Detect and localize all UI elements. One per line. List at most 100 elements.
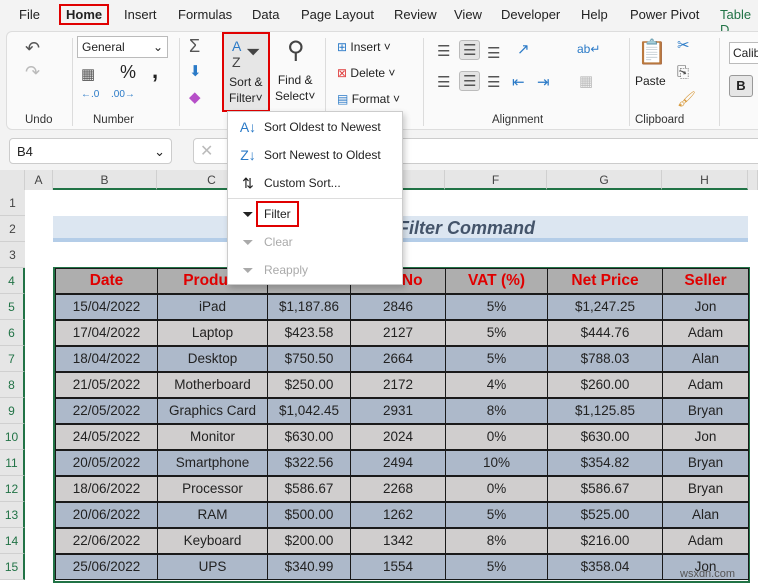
table-cell[interactable]: $1,125.85	[547, 398, 663, 424]
table-cell[interactable]: Bryan	[662, 476, 749, 502]
table-cell[interactable]: $1,247.25	[547, 294, 663, 320]
table-cell[interactable]: Alan	[662, 346, 749, 372]
row-header[interactable]: 3	[0, 242, 25, 268]
table-cell[interactable]: 1342	[350, 528, 446, 554]
table-cell[interactable]: $630.00	[267, 424, 351, 450]
table-cell[interactable]: 8%	[445, 398, 548, 424]
table-cell[interactable]: Adam	[662, 372, 749, 398]
tab-data[interactable]: Data	[252, 7, 279, 22]
tab-help[interactable]: Help	[581, 7, 608, 22]
menu-clear[interactable]: ⏷ Clear	[228, 229, 402, 255]
tab-view[interactable]: View	[454, 7, 482, 22]
table-cell[interactable]: UPS	[157, 554, 268, 580]
row-header[interactable]: 8	[0, 372, 25, 398]
table-cell[interactable]: 1262	[350, 502, 446, 528]
tab-home[interactable]: Home	[59, 4, 110, 25]
table-cell[interactable]: Jon	[662, 424, 749, 450]
table-cell[interactable]: Adam	[662, 320, 749, 346]
table-cell[interactable]: $322.56	[267, 450, 351, 476]
name-box[interactable]: B4 ⌄	[9, 138, 172, 164]
table-cell[interactable]: $358.04	[547, 554, 663, 580]
row-header[interactable]: 12	[0, 476, 25, 502]
copy-icon[interactable]: ⎘	[677, 64, 689, 81]
table-cell[interactable]: 2268	[350, 476, 446, 502]
row-header[interactable]: 9	[0, 398, 25, 424]
table-cell[interactable]: 10%	[445, 450, 548, 476]
table-cell[interactable]: 1554	[350, 554, 446, 580]
table-cell[interactable]: $500.00	[267, 502, 351, 528]
undo-icon[interactable]: ↶	[25, 38, 40, 59]
row-header[interactable]: 4	[0, 268, 25, 294]
table-cell[interactable]: $250.00	[267, 372, 351, 398]
table-cell[interactable]: 4%	[445, 372, 548, 398]
row-header[interactable]: 2	[0, 216, 25, 242]
decrease-decimal-icon[interactable]: .00→	[111, 89, 135, 100]
table-cell[interactable]: 24/05/2022	[55, 424, 158, 450]
table-cell[interactable]: 5%	[445, 554, 548, 580]
align-top-icon[interactable]: ☰	[437, 42, 450, 60]
row-header[interactable]: 5	[0, 294, 25, 320]
tab-formulas[interactable]: Formulas	[178, 7, 232, 22]
table-cell[interactable]: $354.82	[547, 450, 663, 476]
table-cell[interactable]: Laptop	[157, 320, 268, 346]
table-cell[interactable]: 21/05/2022	[55, 372, 158, 398]
bold-button[interactable]: B	[729, 75, 753, 97]
table-cell[interactable]: Graphics Card	[157, 398, 268, 424]
table-cell[interactable]: $444.76	[547, 320, 663, 346]
col-header-b[interactable]: B	[53, 170, 157, 190]
row-header[interactable]: 1	[0, 190, 25, 216]
table-cell[interactable]: $750.50	[267, 346, 351, 372]
row-header[interactable]: 6	[0, 320, 25, 346]
table-cell[interactable]: 5%	[445, 346, 548, 372]
cut-icon[interactable]: ✂	[677, 36, 690, 54]
table-cell[interactable]: Desktop	[157, 346, 268, 372]
table-cell[interactable]: $260.00	[547, 372, 663, 398]
col-header-f[interactable]: F	[445, 170, 547, 190]
select-all-corner[interactable]	[0, 170, 25, 190]
table-cell[interactable]: $630.00	[547, 424, 663, 450]
table-cell[interactable]: 22/06/2022	[55, 528, 158, 554]
table-cell[interactable]: 8%	[445, 528, 548, 554]
font-name-select[interactable]: Calib	[729, 42, 758, 64]
table-cell[interactable]: 2024	[350, 424, 446, 450]
col-header-h[interactable]: H	[662, 170, 748, 190]
table-cell[interactable]: 25/06/2022	[55, 554, 158, 580]
clear-eraser-icon[interactable]: ◆	[189, 88, 201, 106]
col-header-a[interactable]: A	[25, 170, 53, 190]
table-cell[interactable]: 18/06/2022	[55, 476, 158, 502]
table-cell[interactable]: 5%	[445, 320, 548, 346]
menu-reapply[interactable]: ⏷ Reapply	[228, 257, 402, 283]
table-cell[interactable]: Bryan	[662, 450, 749, 476]
table-cell[interactable]: $340.99	[267, 554, 351, 580]
cancel-icon[interactable]: ✕	[200, 141, 213, 161]
table-cell[interactable]: 2931	[350, 398, 446, 424]
wrap-text-icon[interactable]: ab↵	[577, 42, 600, 56]
table-cell[interactable]: 17/04/2022	[55, 320, 158, 346]
tab-power-pivot[interactable]: Power Pivot	[630, 7, 699, 22]
col-header-g[interactable]: G	[547, 170, 662, 190]
number-format-select[interactable]: General ⌄	[77, 36, 168, 58]
format-painter-icon[interactable]: 🖌	[677, 90, 696, 108]
table-cell[interactable]: RAM	[157, 502, 268, 528]
sort-filter-button[interactable]: AZ ⏷ Sort & Filter˅	[222, 32, 270, 112]
table-cell[interactable]: $586.67	[547, 476, 663, 502]
table-cell[interactable]: Smartphone	[157, 450, 268, 476]
table-cell[interactable]: 5%	[445, 502, 548, 528]
find-select-button[interactable]: ⚲ Find & Select˅	[273, 34, 319, 110]
autosum-icon[interactable]: Σ	[189, 36, 200, 57]
delete-cells-button[interactable]: ⊠ Delete ˅	[337, 66, 395, 80]
table-cell[interactable]: $525.00	[547, 502, 663, 528]
table-cell[interactable]: Alan	[662, 502, 749, 528]
table-cell[interactable]: 5%	[445, 294, 548, 320]
tab-file[interactable]: File	[19, 7, 40, 22]
row-header[interactable]: 11	[0, 450, 25, 476]
table-cell[interactable]: 0%	[445, 476, 548, 502]
menu-filter[interactable]: ⏷ Filter	[228, 201, 402, 227]
align-bottom-icon[interactable]: ☰	[487, 44, 500, 62]
table-cell[interactable]: Jon	[662, 294, 749, 320]
tab-developer[interactable]: Developer	[501, 7, 560, 22]
table-cell[interactable]: 22/05/2022	[55, 398, 158, 424]
table-cell[interactable]: 20/06/2022	[55, 502, 158, 528]
table-cell[interactable]: $1,042.45	[267, 398, 351, 424]
row-header[interactable]: 15	[0, 554, 25, 580]
